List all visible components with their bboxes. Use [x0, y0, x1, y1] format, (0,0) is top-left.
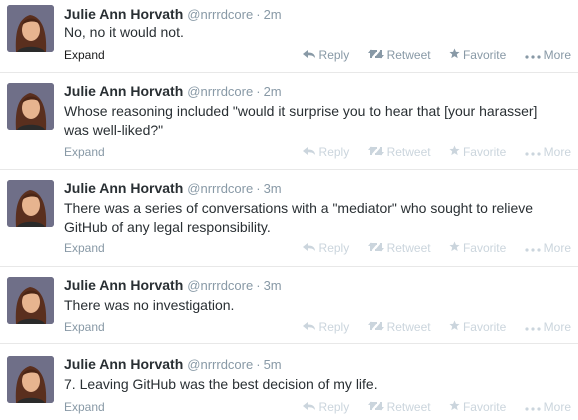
favorite-button[interactable]: Favorite	[449, 240, 506, 255]
tweet-actions: Reply Retweet Favorite More	[287, 319, 571, 334]
more-button[interactable]: More	[525, 144, 571, 159]
retweet-button[interactable]: Retweet	[367, 144, 431, 159]
retweet-icon	[367, 48, 384, 62]
retweet-icon	[367, 145, 384, 159]
reply-button[interactable]: Reply	[302, 319, 349, 334]
avatar[interactable]	[7, 5, 54, 52]
tweet[interactable]: Julie Ann Horvath @nrrrdcore · 3m There was…	[0, 170, 578, 267]
retweet-icon	[367, 241, 384, 255]
tweet-actions: Reply Retweet Favorite More	[287, 47, 571, 62]
author-name[interactable]: Julie Ann Horvath	[64, 277, 183, 293]
more-icon	[525, 320, 541, 334]
tweet[interactable]: Julie Ann Horvath @nrrrdcore · 2m Whose rea…	[0, 73, 578, 170]
author-name[interactable]: Julie Ann Horvath	[64, 6, 183, 22]
tweet-header: Julie Ann Horvath @nrrrdcore · 3m	[64, 180, 282, 198]
author-handle[interactable]: @nrrrdcore	[187, 278, 253, 293]
reply-icon	[302, 320, 316, 334]
favorite-icon	[449, 145, 460, 159]
timestamp[interactable]: 2m	[264, 84, 282, 99]
reply-button[interactable]: Reply	[302, 240, 349, 255]
favorite-icon	[449, 48, 460, 62]
favorite-button[interactable]: Favorite	[449, 144, 506, 159]
more-icon	[525, 48, 541, 62]
expand-link[interactable]: Expand	[64, 320, 105, 334]
retweet-button[interactable]: Retweet	[367, 399, 431, 414]
avatar[interactable]	[7, 356, 54, 403]
tweet-text: There was a series of conversations with…	[64, 200, 534, 235]
separator-dot: ·	[256, 84, 261, 99]
tweet-header: Julie Ann Horvath @nrrrdcore · 5m	[64, 356, 282, 374]
timestamp[interactable]: 3m	[264, 278, 282, 293]
retweet-button[interactable]: Retweet	[367, 47, 431, 62]
timestamp[interactable]: 2m	[264, 7, 282, 22]
reply-button[interactable]: Reply	[302, 144, 349, 159]
separator-dot: ·	[256, 181, 261, 196]
tweet-actions: Reply Retweet Favorite More	[287, 240, 571, 255]
more-button[interactable]: More	[525, 319, 571, 334]
author-handle[interactable]: @nrrrdcore	[187, 181, 253, 196]
avatar[interactable]	[7, 277, 54, 324]
tweet[interactable]: Julie Ann Horvath @nrrrdcore · 5m 7. Leavin…	[0, 344, 578, 420]
reply-icon	[302, 48, 316, 62]
author-name[interactable]: Julie Ann Horvath	[64, 180, 183, 196]
separator-dot: ·	[256, 278, 261, 293]
tweet-header: Julie Ann Horvath @nrrrdcore · 2m	[64, 83, 282, 101]
more-button[interactable]: More	[525, 240, 571, 255]
timestamp[interactable]: 5m	[264, 357, 282, 372]
tweet-timeline: Julie Ann Horvath @nrrrdcore · 2m No, no it…	[0, 0, 578, 420]
more-button[interactable]: More	[525, 399, 571, 414]
favorite-button[interactable]: Favorite	[449, 319, 506, 334]
more-icon	[525, 400, 541, 414]
favorite-icon	[449, 320, 460, 334]
retweet-icon	[367, 400, 384, 414]
retweet-icon	[367, 320, 384, 334]
reply-icon	[302, 241, 316, 255]
avatar[interactable]	[7, 180, 54, 227]
reply-button[interactable]: Reply	[302, 399, 349, 414]
more-icon	[525, 145, 541, 159]
retweet-button[interactable]: Retweet	[367, 319, 431, 334]
separator-dot: ·	[256, 7, 261, 22]
author-handle[interactable]: @nrrrdcore	[187, 357, 253, 372]
more-button[interactable]: More	[525, 47, 571, 62]
author-name[interactable]: Julie Ann Horvath	[64, 356, 183, 372]
tweet-header: Julie Ann Horvath @nrrrdcore · 3m	[64, 277, 282, 295]
reply-icon	[302, 400, 316, 414]
reply-icon	[302, 145, 316, 159]
favorite-button[interactable]: Favorite	[449, 399, 506, 414]
tweet-actions: Reply Retweet Favorite More	[287, 399, 571, 414]
expand-link[interactable]: Expand	[64, 145, 105, 159]
timestamp[interactable]: 3m	[264, 181, 282, 196]
tweet-text: Whose reasoning included "would it surpr…	[64, 103, 538, 138]
author-handle[interactable]: @nrrrdcore	[187, 84, 253, 99]
separator-dot: ·	[256, 357, 261, 372]
tweet[interactable]: Julie Ann Horvath @nrrrdcore · 3m There was…	[0, 267, 578, 344]
retweet-button[interactable]: Retweet	[367, 240, 431, 255]
tweet-text: No, no it would not.	[64, 24, 184, 40]
tweet-header: Julie Ann Horvath @nrrrdcore · 2m	[64, 6, 282, 24]
tweet-text: 7. Leaving GitHub was the best decision …	[64, 376, 378, 392]
author-name[interactable]: Julie Ann Horvath	[64, 83, 183, 99]
avatar[interactable]	[7, 83, 54, 130]
reply-button[interactable]: Reply	[302, 47, 349, 62]
expand-link[interactable]: Expand	[64, 48, 105, 62]
author-handle[interactable]: @nrrrdcore	[187, 7, 253, 22]
expand-link[interactable]: Expand	[64, 241, 105, 255]
favorite-icon	[449, 400, 460, 414]
favorite-button[interactable]: Favorite	[449, 47, 506, 62]
tweet-text: There was no investigation.	[64, 297, 235, 313]
favorite-icon	[449, 241, 460, 255]
expand-link[interactable]: Expand	[64, 400, 105, 414]
tweet-actions: Reply Retweet Favorite More	[287, 144, 571, 159]
tweet[interactable]: Julie Ann Horvath @nrrrdcore · 2m No, no it…	[0, 0, 578, 73]
more-icon	[525, 241, 541, 255]
